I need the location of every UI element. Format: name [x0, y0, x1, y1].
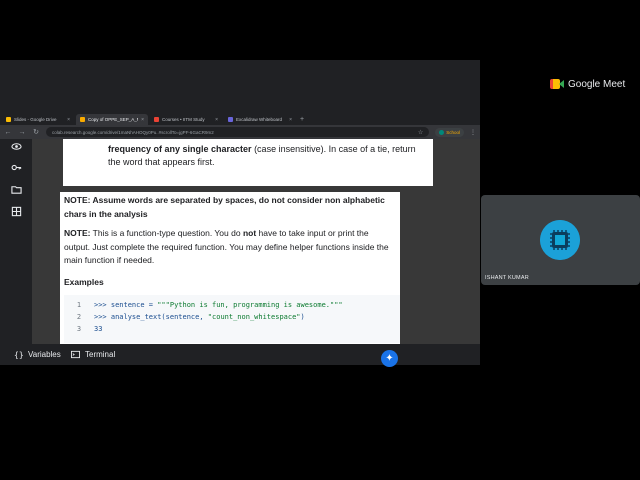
- code-line: 1 >>> sentence = """Python is fun, progr…: [76, 301, 343, 309]
- secrets-key-icon[interactable]: [11, 162, 22, 173]
- variables-eye-icon[interactable]: [11, 141, 22, 152]
- colab-bottom-bar: {} Variables Terminal: [0, 344, 480, 365]
- colab-sidebar: [0, 139, 32, 344]
- problem-text-cell: NOTE: Assume words are separated by spac…: [60, 192, 400, 344]
- url-text: colab.research.google.com/drive/1maNhAHO…: [52, 129, 214, 135]
- avatar: [439, 129, 445, 135]
- back-arrow-icon[interactable]: ←: [4, 129, 12, 136]
- variables-button[interactable]: {} Variables: [14, 350, 61, 359]
- meet-camera-icon: [550, 78, 564, 90]
- excalidraw-favicon-icon: [228, 117, 233, 122]
- forward-arrow-icon[interactable]: →: [18, 129, 26, 136]
- google-meet-logo: Google Meet: [550, 76, 625, 92]
- more-menu-icon[interactable]: ⋮: [470, 129, 476, 136]
- gemini-sparkle-button[interactable]: ✦: [381, 350, 398, 367]
- browser-toolbar: ← → ↻ colab.research.google.com/drive/1m…: [0, 125, 480, 139]
- close-icon[interactable]: ×: [141, 117, 144, 123]
- bookmark-star-icon[interactable]: ☆: [418, 129, 423, 136]
- participant-name: ISHANT KUMAR: [485, 275, 529, 281]
- braces-icon: {}: [14, 350, 23, 359]
- profile-label: School: [446, 129, 460, 135]
- example-code-block: 1 >>> sentence = """Python is fun, progr…: [64, 295, 400, 343]
- new-tab-button[interactable]: +: [300, 114, 304, 125]
- close-icon[interactable]: ×: [289, 117, 292, 123]
- close-icon[interactable]: ×: [67, 117, 70, 123]
- code-line: 3 33: [76, 325, 103, 333]
- files-folder-icon[interactable]: [11, 184, 22, 195]
- browser-tabbar: Slides - Google Drive × Copy of OPPE_SEP…: [0, 112, 480, 125]
- browser-tab-colab[interactable]: Copy of OPPE_SEP_A_MAS ×: [76, 114, 148, 125]
- browser-tab-excalidraw[interactable]: Excalidraw Whiteboard ×: [224, 114, 296, 125]
- terminal-button[interactable]: Terminal: [71, 350, 115, 359]
- meet-title: Google Meet: [568, 78, 626, 90]
- close-icon[interactable]: ×: [215, 117, 218, 123]
- reload-icon[interactable]: ↻: [32, 128, 40, 136]
- table-grid-icon[interactable]: [11, 206, 22, 217]
- browser-tab-slides[interactable]: Slides - Google Drive ×: [2, 114, 74, 125]
- problem-text-cell-top: frequency of any single character (case …: [63, 139, 433, 186]
- shared-screen: Slides - Google Drive × Copy of OPPE_SEP…: [0, 60, 480, 365]
- meet-call-window: Google Meet Slides - Google Drive × Copy…: [0, 0, 640, 480]
- function-type-note: NOTE: This is a function-type question. …: [64, 228, 389, 265]
- browser-tab-courses[interactable]: Courses • IITM Study ×: [150, 114, 222, 125]
- address-bar[interactable]: colab.research.google.com/drive/1maNhAHO…: [46, 127, 430, 137]
- code-line: 2 >>> analyse_text(sentence, "count_non_…: [76, 313, 305, 321]
- drive-favicon-icon: [6, 117, 11, 122]
- participant-tile[interactable]: ISHANT KUMAR: [481, 195, 640, 285]
- courses-favicon-icon: [154, 117, 159, 122]
- notebook-content: frequency of any single character (case …: [32, 139, 480, 344]
- terminal-icon: [71, 350, 80, 359]
- colab-favicon-icon: [80, 117, 85, 122]
- svg-text:{}: {}: [14, 350, 23, 359]
- profile-chip[interactable]: School: [435, 127, 464, 137]
- assumption-note: NOTE: Assume words are separated by spac…: [64, 195, 385, 219]
- participant-avatar: [540, 220, 580, 260]
- examples-heading: Examples: [64, 276, 104, 287]
- problem-emphasis: frequency of any single character: [108, 144, 252, 154]
